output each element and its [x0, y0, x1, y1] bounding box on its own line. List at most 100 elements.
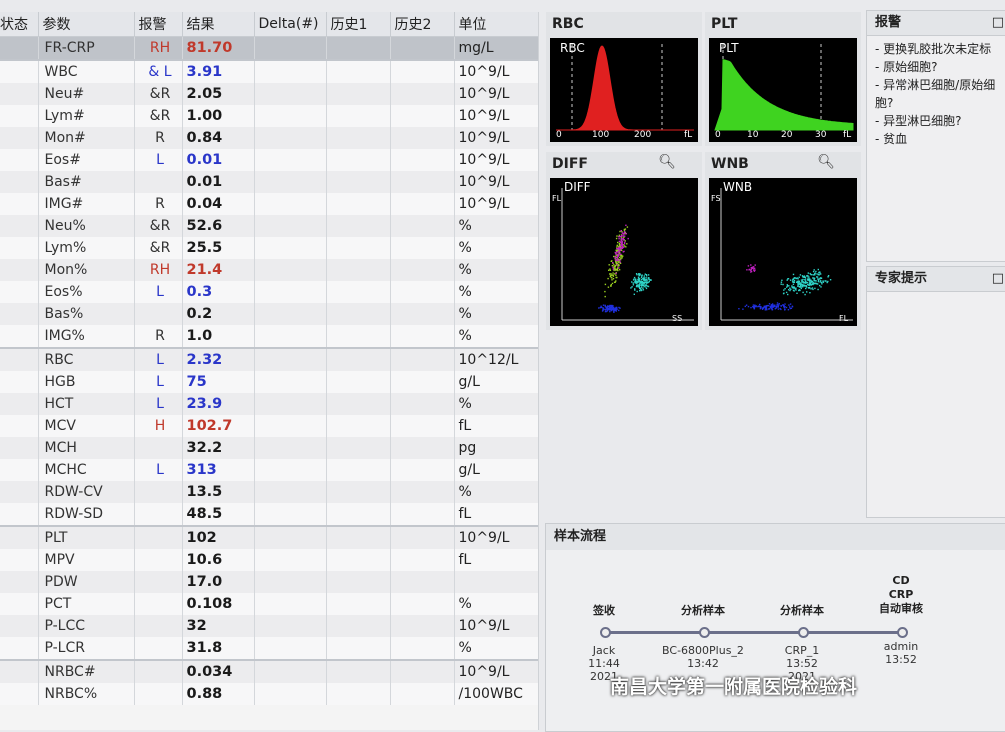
table-row[interactable]: HGB L 75 g/L	[0, 371, 538, 393]
status-cell	[0, 549, 39, 571]
flag-cell: &R	[134, 105, 183, 127]
history1-cell	[326, 281, 391, 303]
unit-cell: 10^9/L	[454, 193, 538, 215]
table-row[interactable]: NRBC# 0.034 10^9/L	[0, 659, 538, 683]
status-cell	[0, 371, 39, 393]
table-row[interactable]: MCV H 102.7 fL	[0, 415, 538, 437]
history2-cell	[390, 303, 455, 325]
table-body: FR-CRP RH 81.70 mg/L WBC & L 3.91 10^9/L Neu# &R 2…	[0, 36, 538, 705]
status-cell	[0, 571, 39, 593]
flag-cell: R	[134, 325, 183, 348]
maximize-icon[interactable]: □	[992, 11, 1004, 35]
stage-user: BC-6800Plus_2	[662, 644, 744, 657]
zoom-icon[interactable]: 🔍︎	[658, 154, 676, 170]
result-cell: 52.6	[182, 215, 255, 237]
expert-header: 专家提示 □	[867, 267, 1005, 292]
column-header[interactable]: 报警	[134, 12, 183, 37]
column-header[interactable]: Delta(#)	[254, 12, 327, 37]
status-cell	[0, 347, 39, 371]
param-cell: WBC	[38, 59, 135, 83]
diff-dots	[561, 188, 694, 321]
wnb-scatter[interactable]: WNB FS FL	[709, 178, 857, 326]
stage-time: 13:52	[786, 657, 818, 670]
table-row[interactable]: Eos% L 0.3%	[0, 281, 538, 303]
table-row[interactable]: Mon# R 0.84 10^9/L	[0, 127, 538, 149]
table-row[interactable]: IMG# R 0.04 10^9/L	[0, 193, 538, 215]
table-row[interactable]: MCHC L 313 g/L	[0, 459, 538, 481]
unit-cell: fL	[454, 503, 538, 526]
result-cell: 313	[182, 459, 255, 481]
column-header[interactable]: 历史2	[390, 12, 455, 37]
rbc-histogram[interactable]: RBC 0 100 200 fL	[550, 38, 698, 142]
result-cell: 0.108	[182, 593, 255, 615]
delta-cell	[254, 303, 327, 325]
alarm-list: - 更换乳胶批次未定标 - 原始细胞? - 异常淋巴细胞/原始细胞? - 异型淋巴细胞…	[867, 36, 1005, 148]
result-cell: 2.32	[182, 347, 255, 371]
table-row[interactable]: RDW-SD 48.5 fL	[0, 503, 538, 526]
table-row[interactable]: MCH 32.2 pg	[0, 437, 538, 459]
status-cell	[0, 393, 39, 415]
table-row[interactable]: Lym% &R 25.5%	[0, 237, 538, 259]
zoom-icon[interactable]: 🔍︎	[817, 154, 835, 170]
table-row[interactable]: FR-CRP RH 81.70 mg/L	[0, 36, 538, 60]
column-header[interactable]: 历史1	[326, 12, 391, 37]
watermark: 南昌大学第一附属医院检验科	[610, 676, 858, 698]
table-row[interactable]: Neu# &R 2.05 10^9/L	[0, 83, 538, 105]
plt-panel: PLT PLT 0 10 20 30 fL	[705, 12, 861, 146]
param-cell: Bas#	[38, 171, 135, 193]
stage-label: 分析样本	[780, 604, 824, 617]
history2-cell	[390, 637, 455, 660]
table-row[interactable]: Bas% 0.2%	[0, 303, 538, 325]
alarm-item: - 异型淋巴细胞?	[875, 114, 962, 128]
column-header[interactable]: 单位	[454, 12, 538, 37]
plt-histogram[interactable]: PLT 0 10 20 30 fL	[709, 38, 857, 142]
unit-cell: %	[454, 393, 538, 415]
rbc-title: RBC	[552, 16, 584, 32]
table-row[interactable]: RDW-CV 13.5%	[0, 481, 538, 503]
table-row[interactable]: Bas# 0.01 10^9/L	[0, 171, 538, 193]
history2-cell	[390, 549, 455, 571]
table-row[interactable]: HCT L 23.9%	[0, 393, 538, 415]
table-row[interactable]: PLT 102 10^9/L	[0, 525, 538, 549]
history2-cell	[390, 393, 455, 415]
table-row[interactable]: MPV 10.6 fL	[0, 549, 538, 571]
history1-cell	[326, 36, 391, 60]
table-row[interactable]: P-LCR 31.8%	[0, 637, 538, 660]
result-cell: 2.05	[182, 83, 255, 105]
column-header[interactable]: 参数	[38, 12, 135, 37]
flag-cell: & L	[134, 59, 183, 83]
history2-cell	[390, 325, 455, 348]
param-cell: Lym#	[38, 105, 135, 127]
delta-cell	[254, 59, 327, 83]
flow-stage: CD CRP 自动审核 admin 13:52	[846, 574, 956, 666]
delta-cell	[254, 281, 327, 303]
table-row[interactable]: P-LCC 32 10^9/L	[0, 615, 538, 637]
history2-cell	[390, 127, 455, 149]
maximize-icon[interactable]: □	[992, 267, 1004, 291]
rbc-tick-100: 100	[592, 130, 610, 140]
unit-cell: 10^9/L	[454, 615, 538, 637]
status-cell	[0, 303, 39, 325]
diff-scatter[interactable]: DIFF FL SS	[550, 178, 698, 326]
plt-title: PLT	[711, 16, 738, 32]
history1-cell	[326, 237, 391, 259]
unit-cell	[454, 571, 538, 593]
flag-cell	[134, 571, 183, 593]
table-row[interactable]: Lym# &R 1.00 10^9/L	[0, 105, 538, 127]
table-row[interactable]: WBC & L 3.91 10^9/L	[0, 59, 538, 83]
table-row[interactable]: IMG% R 1.0%	[0, 325, 538, 348]
table-row[interactable]: Eos# L 0.01 10^9/L	[0, 149, 538, 171]
table-row[interactable]: Mon% RH 21.4%	[0, 259, 538, 281]
table-row[interactable]: PCT 0.108%	[0, 593, 538, 615]
table-row[interactable]: RBC L 2.32 10^12/L	[0, 347, 538, 371]
table-row[interactable]: Neu% &R 52.6%	[0, 215, 538, 237]
column-header[interactable]: 状态	[0, 12, 39, 37]
table-row[interactable]: NRBC% 0.88/100WBC	[0, 683, 538, 705]
flag-cell: RH	[134, 36, 183, 60]
param-cell: IMG%	[38, 325, 135, 348]
delta-cell	[254, 325, 327, 348]
table-row[interactable]: PDW 17.0	[0, 571, 538, 593]
results-table: 状态 参数 报警 结果 Delta(#) 历史1 历史2 单位 FR-CRP RH 81.70 mg…	[0, 12, 538, 705]
column-header[interactable]: 结果	[182, 12, 255, 37]
result-cell: 10.6	[182, 549, 255, 571]
